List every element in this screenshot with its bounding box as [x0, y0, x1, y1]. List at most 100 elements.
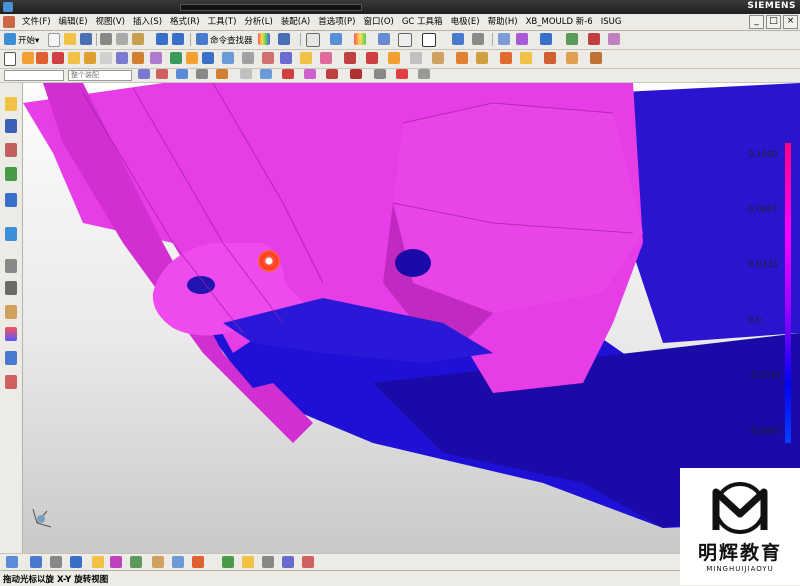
- mould-tool-6-icon[interactable]: [566, 52, 578, 64]
- scope-dropdown[interactable]: 整个装配: [68, 70, 132, 81]
- wcs-orient-icon[interactable]: [242, 556, 254, 568]
- edge-blend-icon[interactable]: [170, 52, 182, 64]
- draft-analysis-icon[interactable]: [588, 33, 600, 45]
- start-button[interactable]: 开始▾: [18, 34, 39, 46]
- menu-analysis[interactable]: 分析(L): [240, 15, 276, 30]
- menu-preferences[interactable]: 首选项(P): [314, 15, 359, 30]
- minimize-button[interactable]: _: [749, 15, 764, 29]
- subtract-icon[interactable]: [132, 52, 144, 64]
- part-navigator-icon[interactable]: [5, 143, 17, 157]
- menu-format[interactable]: 格式(R): [166, 15, 204, 30]
- mould-tool-3-icon[interactable]: [500, 52, 512, 64]
- menu-electrode[interactable]: 电极(E): [447, 15, 484, 30]
- resize-face-icon[interactable]: [432, 52, 444, 64]
- show-icon[interactable]: [192, 556, 204, 568]
- snap-view-icon[interactable]: [262, 556, 274, 568]
- intersect-icon[interactable]: [150, 52, 162, 64]
- select-tool-icon[interactable]: [278, 33, 290, 45]
- mould-tool-1-icon[interactable]: [456, 52, 468, 64]
- replace-face-icon[interactable]: [388, 52, 400, 64]
- mid-point-icon[interactable]: [216, 69, 228, 79]
- menu-window[interactable]: 窗口(O): [360, 15, 398, 30]
- mould-tool-4-icon[interactable]: [520, 52, 532, 64]
- refresh-icon[interactable]: [92, 556, 104, 568]
- view-orient-icon[interactable]: [6, 556, 18, 568]
- menu-file[interactable]: 文件(F): [18, 15, 55, 30]
- menu-help[interactable]: 帮助(H): [484, 15, 522, 30]
- draft-icon[interactable]: [222, 52, 234, 64]
- assembly-icon[interactable]: [498, 33, 510, 45]
- start-icon[interactable]: [4, 33, 16, 45]
- section-icon[interactable]: [130, 556, 142, 568]
- mould-wizard-icon[interactable]: [516, 33, 528, 45]
- patch-icon[interactable]: [300, 52, 312, 64]
- revolve-icon[interactable]: [36, 52, 48, 64]
- point-on-face-icon[interactable]: [350, 69, 362, 79]
- display-icon[interactable]: [152, 556, 164, 568]
- assembly-navigator-icon[interactable]: [5, 97, 17, 111]
- edit-object-display-icon[interactable]: [222, 556, 234, 568]
- cut-icon[interactable]: [100, 33, 112, 45]
- arc-center-icon[interactable]: [282, 69, 294, 79]
- pole-icon[interactable]: [418, 69, 430, 79]
- type-filter-dropdown[interactable]: [4, 70, 64, 81]
- system-scenes-icon[interactable]: [5, 351, 17, 365]
- menu-view[interactable]: 视图(V): [92, 15, 129, 30]
- background-icon[interactable]: [398, 33, 412, 47]
- undo-icon[interactable]: [156, 33, 168, 45]
- check-icon[interactable]: [608, 33, 620, 45]
- web-browser-icon[interactable]: [5, 227, 17, 241]
- datum-plane-icon[interactable]: [100, 52, 112, 64]
- save-icon[interactable]: [80, 33, 92, 45]
- unite-icon[interactable]: [116, 52, 128, 64]
- existing-point-icon[interactable]: [396, 69, 408, 79]
- menu-assemblies[interactable]: 装配(A): [277, 15, 314, 30]
- open-folder-icon[interactable]: [64, 33, 76, 45]
- reuse-library-icon[interactable]: [5, 167, 17, 181]
- render-style-icon[interactable]: [378, 33, 390, 45]
- command-finder-icon[interactable]: [196, 33, 208, 45]
- trim-body-icon[interactable]: [242, 52, 254, 64]
- copy-icon[interactable]: [116, 33, 128, 45]
- close-button[interactable]: ×: [783, 15, 798, 29]
- move-face-icon[interactable]: [366, 52, 378, 64]
- menu-xb-mould[interactable]: XB_MOULD 新-6: [522, 15, 597, 30]
- end-point-icon[interactable]: [196, 69, 208, 79]
- layer-icon[interactable]: [452, 33, 464, 45]
- view-frame-icon[interactable]: [422, 33, 436, 47]
- color-palette-icon[interactable]: [258, 33, 270, 45]
- true-shading-icon[interactable]: [282, 556, 294, 568]
- history-icon[interactable]: [5, 259, 17, 273]
- menu-insert[interactable]: 插入(S): [129, 15, 166, 30]
- zoom-icon[interactable]: [50, 556, 62, 568]
- rotate-icon[interactable]: [330, 33, 342, 45]
- sketch-icon[interactable]: [4, 52, 16, 66]
- redo-icon[interactable]: [172, 33, 184, 45]
- point-on-curve-icon[interactable]: [326, 69, 338, 79]
- process-studio-icon[interactable]: [5, 305, 17, 319]
- roles-icon[interactable]: [5, 327, 17, 341]
- menu-tools[interactable]: 工具(T): [204, 15, 241, 30]
- quadrant-icon[interactable]: [304, 69, 316, 79]
- constraint-navigator-icon[interactable]: [5, 119, 17, 133]
- offset-face-icon[interactable]: [280, 52, 292, 64]
- shell-icon[interactable]: [202, 52, 214, 64]
- mould-tool-5-icon[interactable]: [544, 52, 556, 64]
- mould-tool-2-icon[interactable]: [476, 52, 488, 64]
- wcs-icon[interactable]: [472, 33, 484, 45]
- bounded-grid-icon[interactable]: [374, 69, 386, 79]
- fit-icon[interactable]: [30, 556, 42, 568]
- mould-tool-7-icon[interactable]: [590, 52, 602, 64]
- shading-icon[interactable]: [354, 33, 366, 45]
- intersection-icon[interactable]: [260, 69, 272, 79]
- menu-edit[interactable]: 编辑(E): [55, 15, 92, 30]
- hide-icon[interactable]: [172, 556, 184, 568]
- analysis-icon[interactable]: [566, 33, 578, 45]
- clip-icon[interactable]: [110, 556, 122, 568]
- pocket-icon[interactable]: [84, 52, 96, 64]
- snap-point-icon[interactable]: [176, 69, 188, 79]
- synchronous-icon[interactable]: [344, 52, 356, 64]
- boss-icon[interactable]: [68, 52, 80, 64]
- extrude-icon[interactable]: [22, 52, 34, 64]
- select-all-icon[interactable]: [138, 69, 150, 79]
